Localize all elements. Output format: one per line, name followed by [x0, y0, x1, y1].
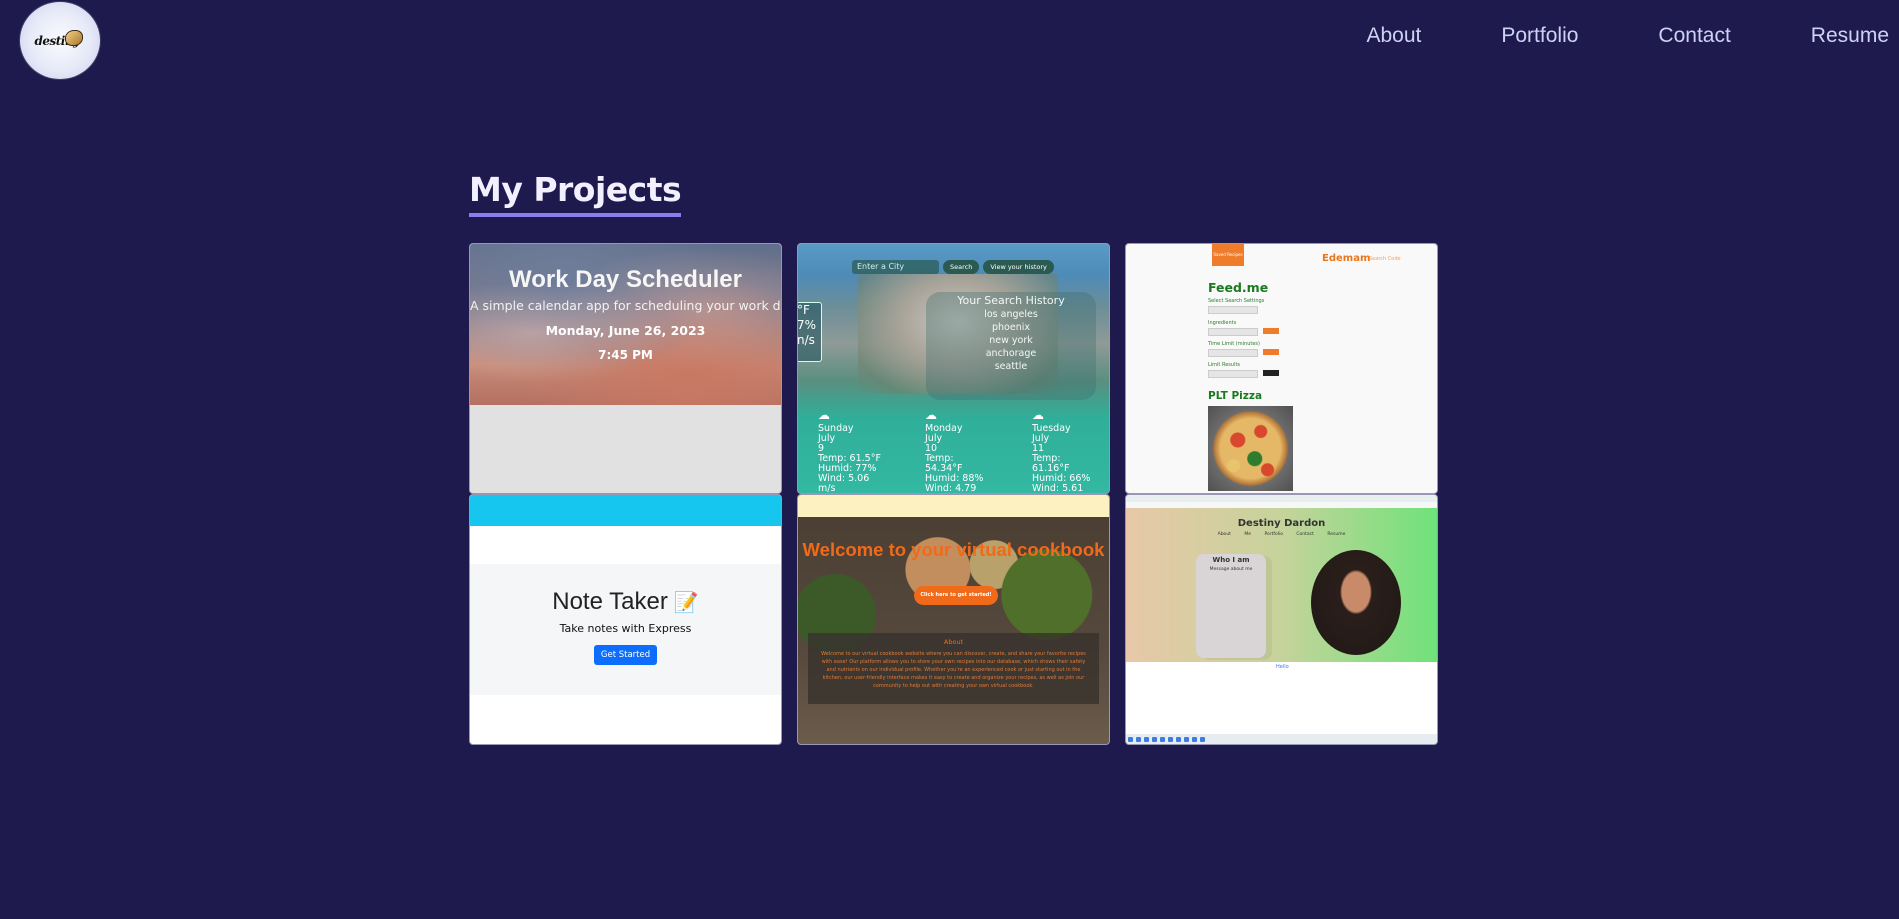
forecast-temp: Temp: 54.34°F	[925, 453, 963, 474]
forecast-day: ☁ Sunday July 9 Temp: 61.5°F Humid: 77% …	[818, 408, 881, 494]
project-card-feedme[interactable]: Saved Recipes Edemam Search Code Feed.me…	[1125, 243, 1438, 494]
about-text: Welcome to our virtual cookbook website …	[821, 651, 1086, 689]
cookbook-about-panel: About Welcome to our virtual cookbook we…	[808, 633, 1099, 704]
feedme-label: Limit Results	[1208, 362, 1241, 368]
scheduler-time: 7:45 PM	[598, 348, 653, 362]
current-line: °F	[797, 303, 810, 317]
about-heading: About	[943, 638, 964, 646]
scheduler-hero: Work Day Scheduler A simple calendar app…	[470, 244, 781, 405]
logo-mark-icon	[65, 30, 83, 46]
weather-searchbar: Enter a City Search View your history	[852, 260, 1054, 274]
notetaker-subtitle: Take notes with Express	[559, 622, 692, 635]
cloud-icon: ☁	[925, 408, 937, 422]
taskbar-app-icon	[1184, 736, 1189, 742]
profile-photo	[1311, 550, 1401, 655]
feedme-search-button	[1263, 370, 1279, 376]
get-started-button: Get Started	[593, 645, 658, 665]
pizza-image	[1208, 406, 1293, 491]
feedme-orange-button	[1263, 349, 1279, 355]
scheduler-subtitle: A simple calendar app for scheduling you…	[470, 298, 782, 313]
current-line: 7%	[797, 318, 817, 332]
scheduler-date: Monday, June 26, 2023	[545, 323, 706, 338]
taskbar-app-icon	[1192, 736, 1197, 742]
feedme-label: Ingredients	[1208, 320, 1237, 326]
recipe-title: PLT Pizza	[1208, 390, 1263, 402]
project-card-scheduler[interactable]: Work Day Scheduler A simple calendar app…	[469, 243, 782, 494]
memo-icon: 📝	[673, 592, 699, 614]
forecast-wind: Wind: 4.79 m/s	[925, 483, 977, 494]
history-city: seattle	[994, 361, 1028, 372]
notetaker-navbar	[470, 495, 781, 526]
forecast-temp: Temp: 61.16°F	[1032, 453, 1070, 474]
project-card-cookbook[interactable]: Welcome to your virtual cookbook Click h…	[797, 494, 1110, 745]
taskbar-app-icon	[1136, 736, 1141, 742]
taskbar-app-icon	[1144, 736, 1149, 742]
city-input: Enter a City	[852, 260, 939, 274]
taskbar-app-icon	[1128, 736, 1133, 742]
project-card-weather[interactable]: Enter a City Search View your history °F…	[797, 243, 1110, 494]
logo[interactable]: destiny	[20, 2, 100, 79]
forecast-row: ☁ Sunday July 9 Temp: 61.5°F Humid: 77% …	[818, 408, 1095, 494]
feedme-field	[1208, 306, 1258, 314]
forecast-day: ☁ Monday July 10 Temp: 54.34°F Humid: 88…	[925, 408, 988, 494]
current-weather-panel: °F 7% n/s	[797, 302, 822, 362]
portfolio-nav: About Me Portfolio Contact Resume	[1217, 532, 1346, 537]
project-card-notetaker[interactable]: Note Taker 📝 Take notes with Express Get …	[469, 494, 782, 745]
nav-about-link[interactable]: About	[1366, 24, 1421, 48]
project-card-portfolio[interactable]: Destiny Dardon About Me Portfolio Contac…	[1125, 494, 1438, 745]
taskbar-app-icon	[1200, 736, 1205, 742]
main-nav: About Portfolio Contact Resume	[1366, 24, 1899, 48]
browser-chrome	[1126, 495, 1437, 502]
projects-grid: Work Day Scheduler A simple calendar app…	[469, 243, 1438, 745]
windows-taskbar	[1126, 734, 1437, 744]
feedme-title: Feed.me	[1208, 280, 1269, 295]
nav-resume-link[interactable]: Resume	[1811, 24, 1889, 48]
cloud-icon: ☁	[1032, 408, 1044, 422]
feedme-brand: Edemam	[1322, 253, 1371, 264]
history-button: View your history	[983, 260, 1054, 274]
nav-portfolio-link[interactable]: Portfolio	[1501, 24, 1578, 48]
scheduler-body	[470, 405, 781, 493]
feedme-field	[1208, 349, 1258, 357]
nav-contact-link[interactable]: Contact	[1658, 24, 1730, 48]
taskbar-app-icon	[1168, 736, 1173, 742]
search-button: Search	[943, 260, 980, 274]
feedme-field	[1208, 370, 1258, 378]
notetaker-title: Note Taker	[552, 588, 668, 615]
history-city: los angeles	[984, 309, 1038, 320]
who-message: Message about me	[1209, 567, 1253, 572]
who-card: Who I am Message about me	[1196, 554, 1266, 658]
notetaker-heading: Note Taker 📝	[470, 564, 781, 616]
forecast-wind: Wind: 5.06 m/s	[818, 473, 870, 494]
cookbook-cta-button: Click here to get started!	[914, 586, 998, 605]
history-title: Your Search History	[957, 294, 1065, 307]
feedme-brand-sub: Search Code	[1369, 256, 1401, 262]
who-title: Who I am	[1212, 556, 1250, 564]
forecast-month: July	[818, 433, 836, 444]
forecast-day: ☁ Tuesday July 11 Temp: 61.16°F Humid: 6…	[1032, 408, 1095, 494]
portfolio-name: Destiny Dardon	[1237, 518, 1326, 529]
saved-recipes-button: Saved Recipes	[1212, 244, 1244, 266]
section-title: My Projects	[469, 170, 682, 217]
feedme-field	[1208, 328, 1258, 336]
cloud-icon: ☁	[818, 408, 830, 422]
cookbook-title: Welcome to your virtual cookbook	[802, 539, 1105, 560]
cookbook-topbar	[798, 495, 1109, 517]
history-city: phoenix	[992, 322, 1030, 333]
feedme-orange-button	[1263, 328, 1279, 334]
feedme-label: Time Limit (minutes)	[1208, 341, 1260, 347]
taskbar-app-icon	[1152, 736, 1157, 742]
forecast-wind: Wind: 5.61 m/s	[1032, 483, 1084, 494]
history-city: new york	[989, 335, 1033, 346]
current-line: n/s	[797, 333, 815, 347]
taskbar-app-icon	[1160, 736, 1165, 742]
search-history-panel: Your Search History los angeles phoenix …	[926, 292, 1096, 400]
scheduler-title: Work Day Scheduler	[509, 266, 742, 293]
feedme-label: Select Search Settings	[1208, 298, 1265, 304]
taskbar-app-icon	[1176, 736, 1181, 742]
history-city: anchorage	[985, 348, 1037, 359]
notetaker-jumbotron: Note Taker 📝 Take notes with Express Get …	[470, 564, 781, 695]
portfolio-link: Hello	[1276, 664, 1289, 670]
